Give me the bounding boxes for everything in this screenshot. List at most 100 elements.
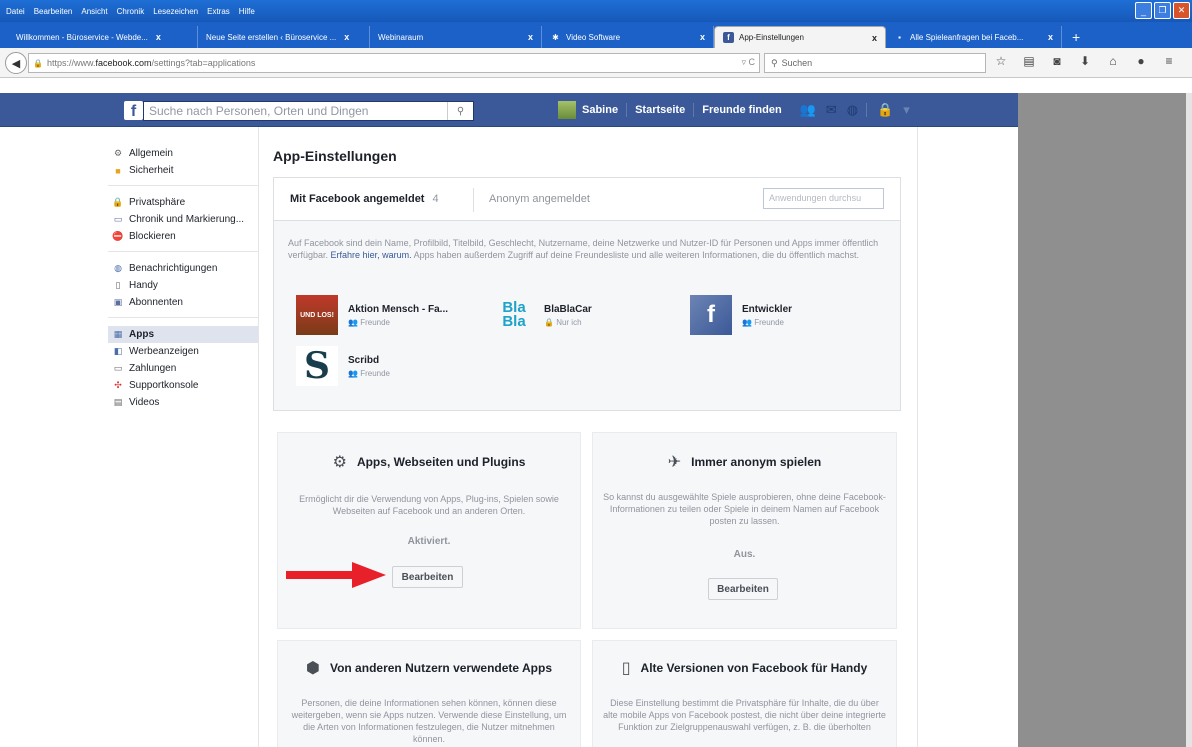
gear-icon: ⚙ xyxy=(332,454,347,471)
edit-apps-button[interactable]: Bearbeiten xyxy=(392,566,463,588)
learn-why-link[interactable]: Erfahre hier, warum. xyxy=(331,250,412,260)
sidebar-item-videos[interactable]: ▤ Videos xyxy=(108,394,258,411)
browser-search-input[interactable]: ⚲ Suchen xyxy=(764,53,986,73)
close-window-icon[interactable]: ✕ xyxy=(1173,2,1190,19)
back-arrow-icon[interactable]: ◀ xyxy=(5,52,27,74)
facebook-header: f Suche nach Personen, Orten und Dingen … xyxy=(0,93,1018,127)
bookmark-star-icon[interactable]: ☆ xyxy=(994,54,1008,68)
sidebar-item-label: Videos xyxy=(129,397,160,408)
friend-requests-icon[interactable]: 👥 xyxy=(800,102,816,118)
menu-lesezeichen[interactable]: Lesezeichen xyxy=(153,7,198,16)
app-visibility: Freunde xyxy=(360,368,390,378)
pocket-icon[interactable]: ◙ xyxy=(1050,54,1064,68)
globe-icon: ◍ xyxy=(114,263,122,273)
tab-label: Video Software xyxy=(566,32,621,42)
tab-close-icon[interactable]: x xyxy=(1048,32,1053,42)
find-friends-link[interactable]: Freunde finden xyxy=(702,104,781,116)
profile-link[interactable]: Sabine xyxy=(582,104,618,116)
search-icon: ⚲ xyxy=(771,57,778,68)
app-search-input[interactable]: Anwendungen durchsu xyxy=(763,188,884,209)
sidebar-item-sicherheit[interactable]: ■ Sicherheit xyxy=(108,162,258,179)
home-icon[interactable]: ⌂ xyxy=(1106,54,1120,68)
tab-spieleanfragen[interactable]: ▪ Alle Spieleanfragen bei Faceb... x xyxy=(886,26,1062,48)
app-item-blablacar[interactable]: Bla Bla BlaBlaCar 🔒 Nur ich xyxy=(494,295,591,335)
avatar[interactable] xyxy=(558,101,576,119)
tab-label: Neue Seite erstellen ‹ Büroservice ... xyxy=(206,32,337,42)
navigation-toolbar: ◀ 🔒 https://www.facebook.com/settings?ta… xyxy=(0,48,1192,78)
sidebar-item-abonnenten[interactable]: ▣ Abonnenten xyxy=(108,294,258,311)
search-icon[interactable]: ⚲ xyxy=(447,102,473,120)
tab-app-einstellungen[interactable]: f App-Einstellungen x xyxy=(714,26,886,48)
menu-ansicht[interactable]: Ansicht xyxy=(81,7,107,16)
tab-close-icon[interactable]: x xyxy=(156,32,161,42)
tab-close-icon[interactable]: x xyxy=(344,32,349,42)
chat-icon[interactable]: ● xyxy=(1134,54,1148,68)
film-icon: ▤ xyxy=(113,397,123,407)
sidebar-item-label: Apps xyxy=(129,329,154,340)
sidebar-item-supportkonsole[interactable]: ✣ Supportkonsole xyxy=(108,377,258,394)
sidebar-item-werbeanzeigen[interactable]: ◧ Werbeanzeigen xyxy=(108,343,258,360)
sidebar-item-handy[interactable]: ▯ Handy xyxy=(108,277,258,294)
menu-icon[interactable]: ≡ xyxy=(1162,54,1176,68)
bookmarks-list-icon[interactable]: ▤ xyxy=(1022,54,1036,68)
tab-neue-seite[interactable]: Neue Seite erstellen ‹ Büroservice ... x xyxy=(198,26,370,48)
app-item-entwickler[interactable]: f Entwickler 👥 Freunde xyxy=(690,295,792,335)
facebook-search-input[interactable]: Suche nach Personen, Orten und Dingen ⚲ xyxy=(143,101,474,121)
tab-close-icon[interactable]: x xyxy=(700,32,705,42)
sidebar-item-blockieren[interactable]: ⛔ Blockieren xyxy=(108,228,258,245)
app-name: Aktion Mensch - Fa... xyxy=(348,303,449,315)
card-apps-used-by-others: ⬢ Von anderen Nutzern verwendete Apps Per… xyxy=(277,640,581,747)
app-name: Entwickler xyxy=(742,303,793,315)
sidebar-item-benachrichtigungen[interactable]: ◍ Benachrichtigungen xyxy=(108,260,258,277)
card-description: Diese Einstellung bestimmt die Privatsph… xyxy=(603,698,886,732)
ads-icon: ◧ xyxy=(113,346,123,356)
menu-bearbeiten[interactable]: Bearbeiten xyxy=(34,7,73,16)
facebook-logo-icon[interactable]: f xyxy=(124,101,143,120)
app-thumbnail: S xyxy=(296,345,338,387)
home-link[interactable]: Startseite xyxy=(635,104,685,116)
sidebar-item-zahlungen[interactable]: ▭ Zahlungen xyxy=(108,360,258,377)
app-thumbnail: UND LOS! xyxy=(296,295,338,335)
card-description: So kannst du ausgewählte Spiele ausprobi… xyxy=(603,492,886,526)
privacy-shortcuts-icon[interactable]: 🔒 xyxy=(877,102,893,118)
apps-tabs: Mit Facebook angemeldet 4 Anonym angemeld… xyxy=(274,178,900,221)
edit-anonymous-button[interactable]: Bearbeiten xyxy=(708,578,778,600)
tab-close-icon[interactable]: x xyxy=(528,32,533,42)
tab-willkommen[interactable]: Willkommen - Büroservice - Webde... x xyxy=(8,26,198,48)
notifications-globe-icon[interactable]: ◍ xyxy=(847,102,858,118)
menu-chronik[interactable]: Chronik xyxy=(117,7,145,16)
scrollbar[interactable] xyxy=(1186,93,1192,747)
menu-hilfe[interactable]: Hilfe xyxy=(239,7,255,16)
sidebar-item-apps[interactable]: ▦ Apps xyxy=(108,326,258,343)
app-item-scribd[interactable]: S Scribd 👥 Freunde xyxy=(296,345,390,387)
apps-description: Auf Facebook sind dein Name, Profilbild,… xyxy=(288,238,879,260)
menu-datei[interactable]: Datei xyxy=(6,7,25,16)
red-arrow-annotation xyxy=(286,562,386,588)
sidebar-item-chronik[interactable]: ▭ Chronik und Markierung... xyxy=(108,211,258,228)
friends-icon: 👥 xyxy=(348,368,361,378)
download-icon[interactable]: ⬇ xyxy=(1078,54,1092,68)
restore-icon[interactable]: ❐ xyxy=(1154,2,1171,19)
tab-close-icon[interactable]: x xyxy=(872,33,877,43)
messages-icon[interactable]: ✉ xyxy=(826,102,837,118)
sidebar-item-privatsphaere[interactable]: 🔒 Privatsphäre xyxy=(108,194,258,211)
tab-logged-in[interactable]: Mit Facebook angemeldet 4 xyxy=(290,193,439,205)
tab-video-software[interactable]: ✱ Video Software x xyxy=(542,26,714,48)
sidebar-item-label: Handy xyxy=(129,280,158,291)
sidebar-item-label: Werbeanzeigen xyxy=(129,346,199,357)
menu-extras[interactable]: Extras xyxy=(207,7,230,16)
card-apps-websites-plugins: ⚙ Apps, Webseiten und Plugins Ermöglicht … xyxy=(277,432,581,629)
minimize-icon[interactable]: _ xyxy=(1135,2,1152,19)
facebook-favicon-icon: f xyxy=(723,32,734,43)
sidebar-group: 🔒 Privatsphäre ▭ Chronik und Markierung...… xyxy=(108,194,258,252)
tab-anonymous[interactable]: Anonym angemeldet xyxy=(489,193,590,205)
game-controller-icon: ✈ xyxy=(667,454,682,471)
app-visibility: Freunde xyxy=(360,317,390,327)
app-item-aktion-mensch[interactable]: UND LOS! Aktion Mensch - Fa... 👥 Freunde xyxy=(296,295,448,335)
new-tab-button[interactable]: + xyxy=(1072,26,1080,48)
account-dropdown-icon[interactable]: ▾ xyxy=(903,102,910,118)
reload-icon[interactable]: ▿ C xyxy=(741,57,755,68)
sidebar-item-allgemein[interactable]: ⚙ Allgemein xyxy=(108,145,258,162)
tab-webinaraum[interactable]: Webinaraum x xyxy=(370,26,542,48)
address-bar[interactable]: 🔒 https://www.facebook.com/settings?tab=… xyxy=(28,53,760,73)
